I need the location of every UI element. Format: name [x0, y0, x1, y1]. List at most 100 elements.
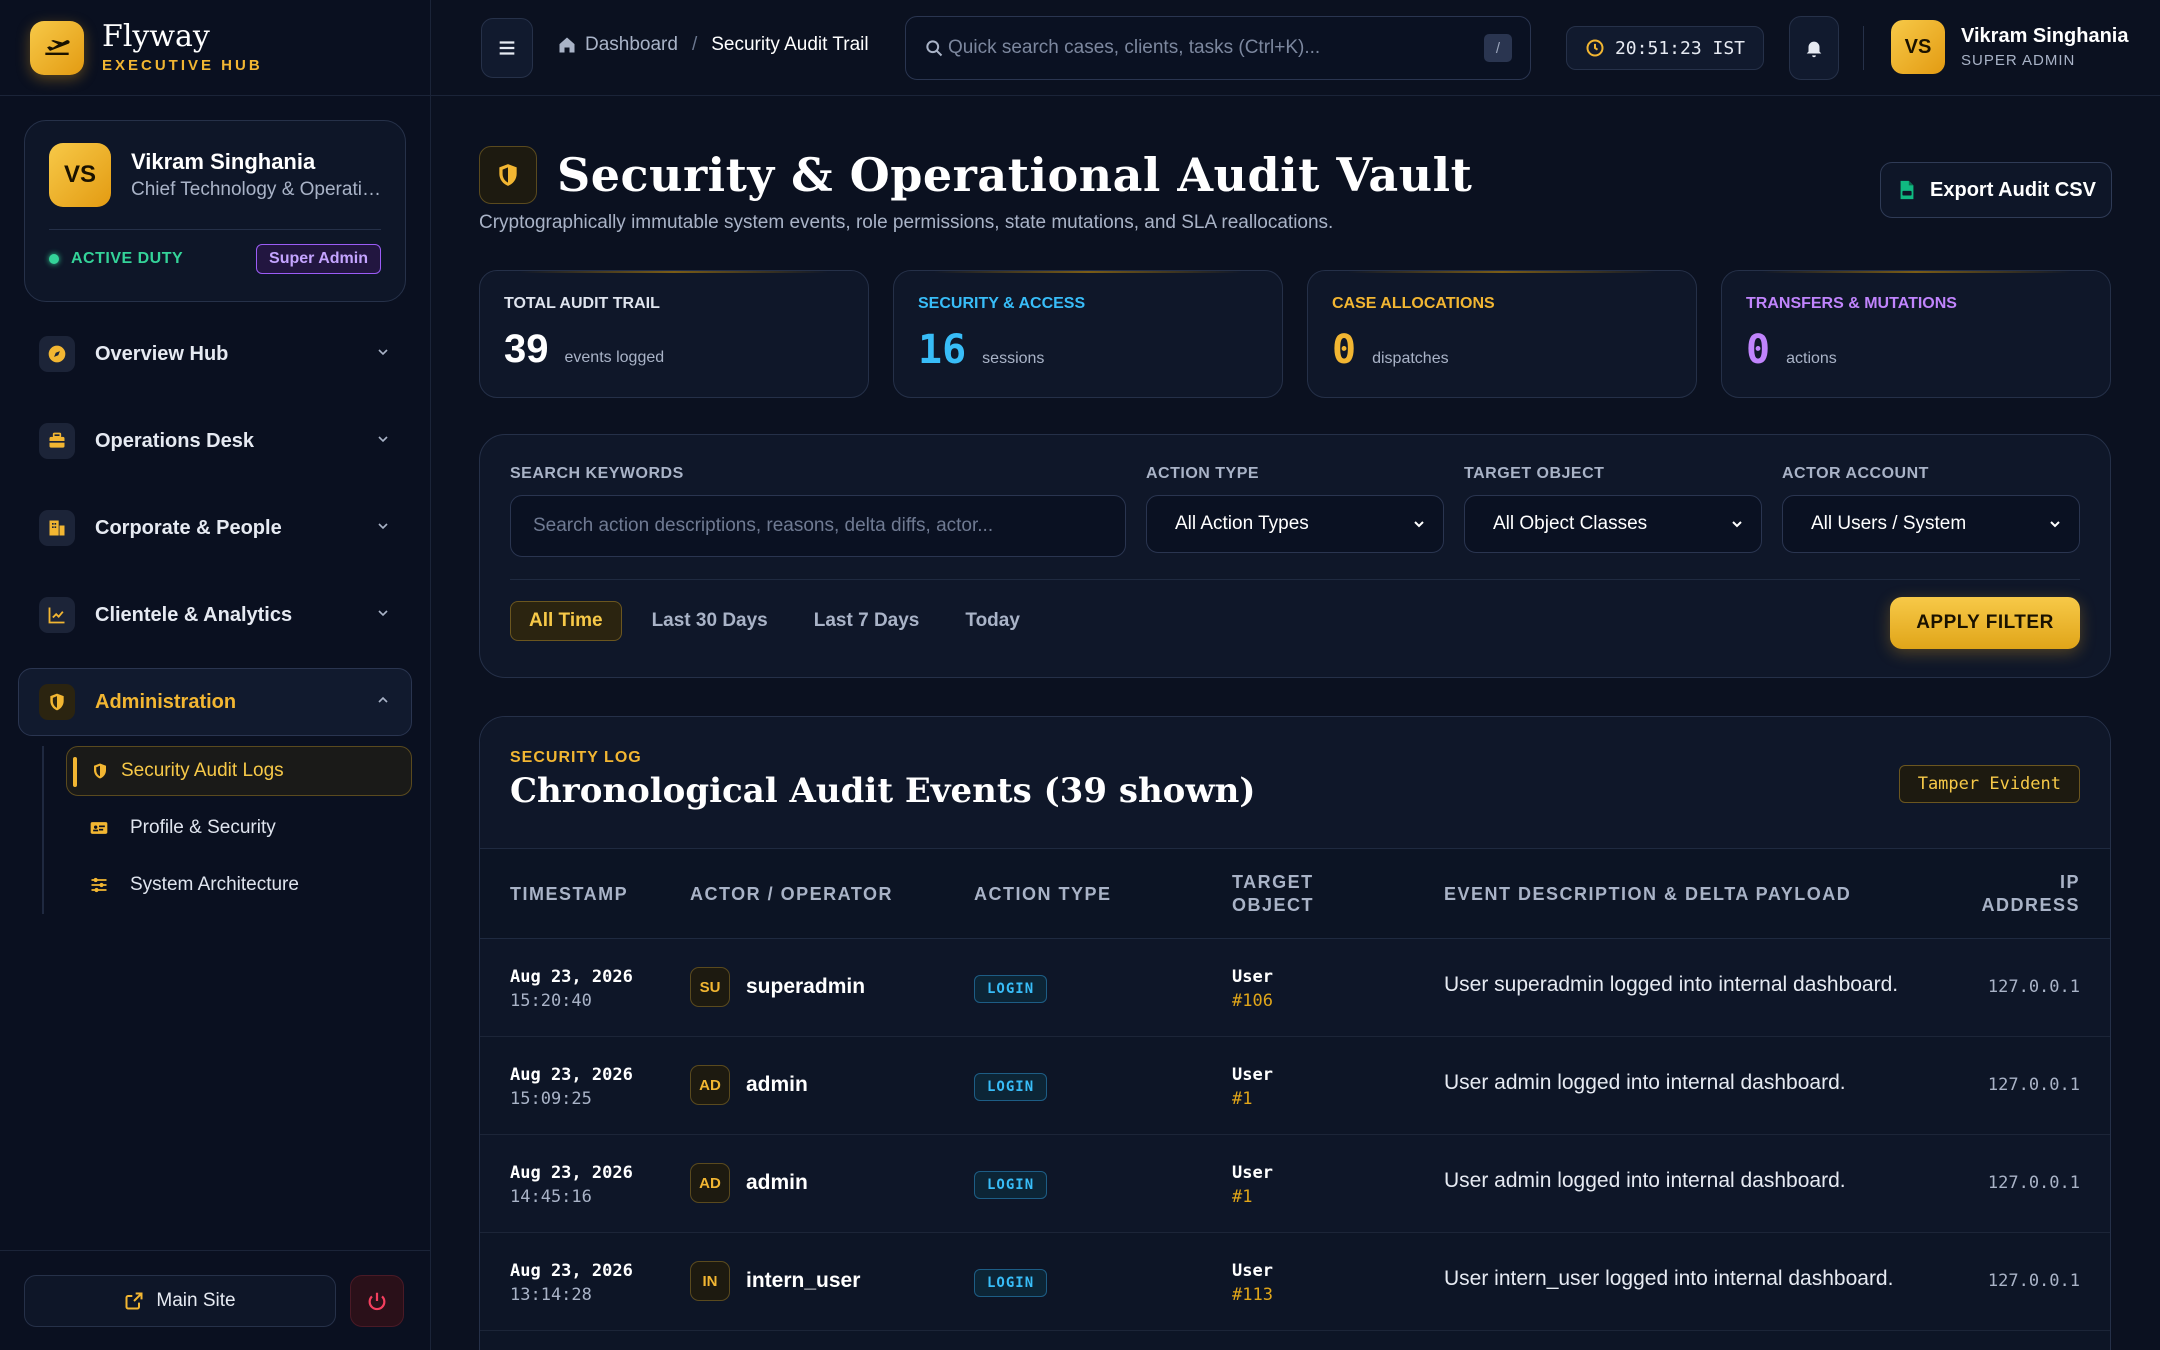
stat-card-security: SECURITY & ACCESS 16 sessions [893, 270, 1283, 398]
sidebar-subitem-label: Security Audit Logs [121, 760, 284, 781]
column-actor: ACTOR / OPERATOR [690, 884, 894, 904]
actor-account-select[interactable]: All Users / System [1782, 495, 2080, 553]
profile-card: VS Vikram Singhania Chief Technology & O… [24, 120, 406, 302]
row-target: User #1 [1232, 1063, 1273, 1111]
table-row[interactable]: Aug 23, 2026 14:45:16 AD admin LOGIN Use… [480, 1135, 2110, 1233]
brand[interactable]: Flyway EXECUTIVE HUB [0, 0, 430, 96]
user-role: SUPER ADMIN [1961, 52, 2076, 69]
sidebar-item-profile-security[interactable]: Profile & Security [44, 803, 412, 853]
date-range-tabs: All Time Last 30 Days Last 7 Days Today [510, 601, 1048, 641]
row-timestamp: Aug 23, 2026 14:45:16 [510, 1161, 633, 1209]
sidebar-item-administration[interactable]: Administration [18, 668, 412, 736]
main-site-button[interactable]: Main Site [24, 1274, 336, 1327]
sidebar-subitem-label: Profile & Security [130, 817, 276, 838]
sidebar-item-label: Administration [95, 690, 237, 713]
profile-role: Chief Technology & Operations Officer [131, 179, 381, 200]
stat-value: 39 [504, 327, 549, 371]
stat-label: TOTAL AUDIT TRAIL [504, 295, 660, 312]
compass-icon [39, 336, 75, 372]
stat-unit: sessions [982, 350, 1045, 367]
stat-card-transfers: TRANSFERS & MUTATIONS 0 actions [1721, 270, 2111, 398]
action-type-select[interactable]: All Action Types [1146, 495, 1444, 553]
sidebar-item-overview-hub[interactable]: Overview Hub [18, 320, 412, 388]
sidebar-item-operations-desk[interactable]: Operations Desk [18, 407, 412, 475]
sidebar-item-label: Operations Desk [95, 429, 254, 452]
actor-avatar: AD [690, 1163, 730, 1203]
row-timestamp: Aug 23, 2026 15:20:40 [510, 965, 633, 1013]
sidebar-item-security-audit-logs[interactable]: Security Audit Logs [66, 746, 412, 796]
keywords-search-input[interactable] [510, 495, 1126, 557]
shield-icon [89, 760, 111, 782]
row-date: Aug 23, 2026 [510, 1163, 633, 1183]
notifications-button[interactable] [1789, 16, 1839, 80]
stat-unit: events logged [564, 349, 665, 366]
column-ip-line2: ADDRESS [1981, 895, 2080, 915]
action-badge: LOGIN [974, 1073, 1048, 1101]
actor-name: admin [746, 1171, 808, 1194]
administration-submenu: Security Audit Logs Profile & Security S… [42, 746, 412, 914]
range-last-7-days[interactable]: Last 7 Days [796, 601, 938, 641]
table-row[interactable]: Aug 23, 2026 13:14:28 IN intern_user LOG… [480, 1233, 2110, 1331]
tamper-evident-badge: Tamper Evident [1898, 765, 2080, 803]
row-ip: 127.0.0.1 [1987, 1271, 2080, 1291]
table-row[interactable]: Aug 23, 2026 15:09:25 AD admin LOGIN Use… [480, 1037, 2110, 1135]
global-search[interactable]: / [905, 16, 1531, 80]
user-name: Vikram Singhania [1961, 25, 2129, 47]
duty-status-label: ACTIVE DUTY [71, 250, 184, 267]
sidebar-item-system-architecture[interactable]: System Architecture [44, 860, 412, 910]
stat-unit: actions [1786, 350, 1837, 367]
range-all-time[interactable]: All Time [510, 601, 622, 641]
sliders-icon [88, 874, 110, 896]
target-object: User [1232, 967, 1273, 987]
row-actor: SU superadmin [690, 967, 865, 1007]
breadcrumb: Dashboard / Security Audit Trail [557, 34, 869, 56]
breadcrumb-separator: / [691, 34, 698, 55]
actor-avatar: SU [690, 967, 730, 1007]
row-actor: AD admin [690, 1163, 808, 1203]
stat-card-allocations: CASE ALLOCATIONS 0 dispatches [1307, 270, 1697, 398]
search-shortcut-key: / [1484, 34, 1512, 62]
row-actor: IN intern_user [690, 1261, 860, 1301]
search-input[interactable] [948, 37, 1484, 59]
column-target-line2: OBJECT [1232, 895, 1315, 915]
filter-panel: SEARCH KEYWORDS ACTION TYPE All Action T… [479, 434, 2111, 678]
logout-button[interactable] [350, 1274, 404, 1327]
stat-card-total: TOTAL AUDIT TRAIL 39 events logged [479, 270, 869, 398]
actor-account-value: All Users / System [1811, 513, 1967, 534]
divider [49, 229, 381, 230]
brand-name: Flyway [102, 19, 210, 54]
row-time: 14:45:16 [510, 1187, 592, 1207]
table-body: Aug 23, 2026 15:20:40 SU superadmin LOGI… [480, 939, 2110, 1331]
target-object: User [1232, 1065, 1273, 1085]
stats-row: TOTAL AUDIT TRAIL 39 events logged SECUR… [479, 270, 2111, 398]
sidebar-item-clientele-analytics[interactable]: Clientele & Analytics [18, 581, 412, 649]
table-row[interactable]: Aug 23, 2026 15:20:40 SU superadmin LOGI… [480, 939, 2110, 1037]
sidebar-footer: Main Site [0, 1250, 431, 1350]
plane-icon [30, 20, 84, 75]
user-menu[interactable]: VS Vikram Singhania SUPER ADMIN [1891, 20, 2128, 74]
action-badge: LOGIN [974, 975, 1048, 1003]
apply-filter-button[interactable]: APPLY FILTER [1890, 597, 2080, 649]
sidebar-item-label: Corporate & People [95, 516, 282, 539]
row-description: User admin logged into internal dashboar… [1444, 1169, 1846, 1192]
menu-toggle-button[interactable] [481, 18, 533, 78]
log-title: Chronological Audit Events (39 shown) [510, 771, 1256, 811]
target-object: User [1232, 1163, 1273, 1183]
export-audit-csv-button[interactable]: Export Audit CSV [1880, 162, 2112, 218]
target-id: #1 [1232, 1089, 1253, 1109]
home-icon [559, 37, 575, 53]
chevron-down-icon [375, 605, 391, 626]
log-kicker: SECURITY LOG [510, 749, 642, 766]
target-object-select[interactable]: All Object Classes [1464, 495, 1762, 553]
stat-value: 0 [1746, 327, 1771, 373]
row-timestamp: Aug 23, 2026 13:14:28 [510, 1259, 633, 1307]
audit-log-header: SECURITY LOG Chronological Audit Events … [480, 717, 2110, 849]
range-last-30-days[interactable]: Last 30 Days [634, 601, 786, 641]
row-date: Aug 23, 2026 [510, 1065, 633, 1085]
range-today[interactable]: Today [947, 601, 1038, 641]
row-date: Aug 23, 2026 [510, 967, 633, 987]
breadcrumb-dashboard[interactable]: Dashboard [557, 34, 678, 56]
sidebar-item-corporate-people[interactable]: Corporate & People [18, 494, 412, 562]
external-link-icon [125, 1292, 143, 1309]
column-ip-address: IP ADDRESS [1981, 871, 2080, 917]
